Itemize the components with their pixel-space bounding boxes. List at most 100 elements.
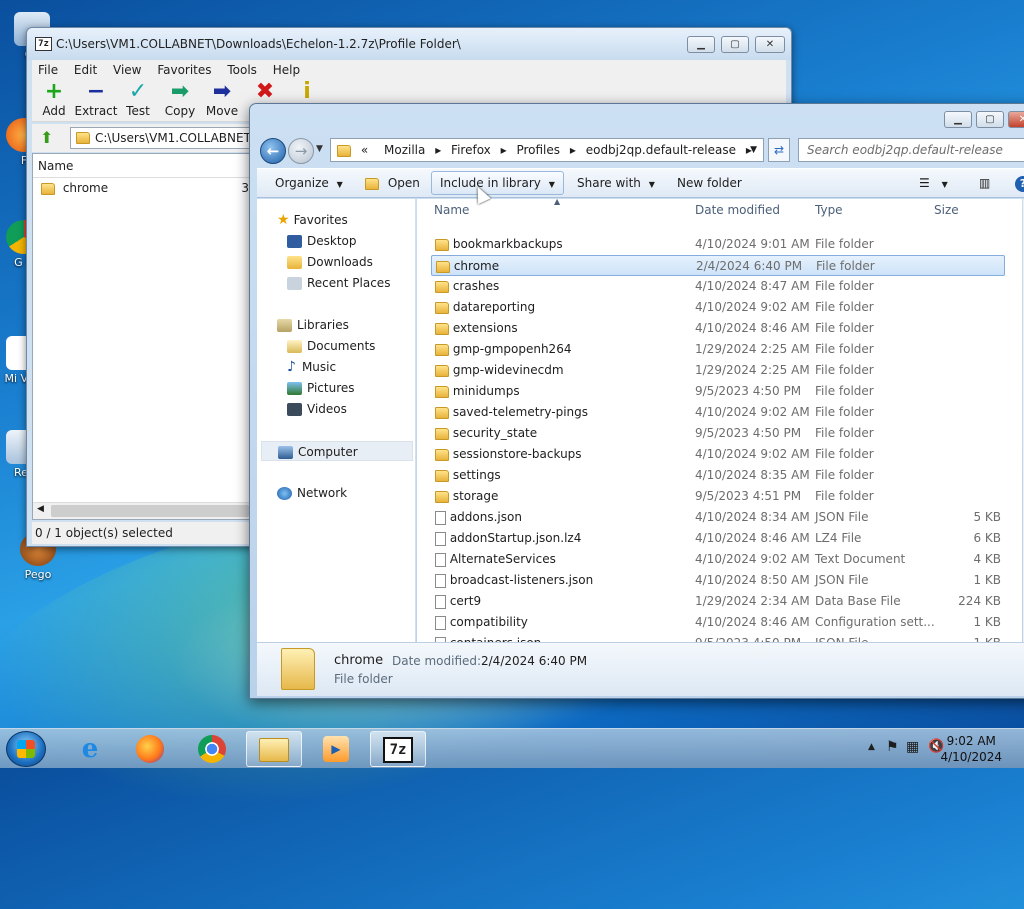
preview-pane-button[interactable]: ▥ [971,171,998,195]
taskbar-chrome[interactable] [184,731,240,767]
add-button[interactable]: + Add [32,80,76,119]
search-input[interactable]: Search eodbj2qp.default-release [798,138,1024,162]
row-date: 9/5/2023 4:50 PM [695,633,801,642]
table-row[interactable]: saved-telemetry-pings 4/10/2024 9:02 AM Fi… [431,402,1005,423]
test-button[interactable]: ✓ Test [116,80,160,119]
organize-button[interactable]: Organize ▼ [267,171,351,195]
menu-favorites[interactable]: Favorites [151,60,217,80]
table-row[interactable]: crashes 4/10/2024 8:47 AM File folder [431,276,1005,297]
table-row[interactable]: chrome 2/4/2024 6:40 PM File folder [431,255,1005,276]
include-in-library-button[interactable]: Include in library ▼ [431,171,564,195]
table-row[interactable]: gmp-widevinecdm 1/29/2024 2:25 AM File fol… [431,360,1005,381]
table-row[interactable]: minidumps 9/5/2023 4:50 PM File folder [431,381,1005,402]
nav-pictures[interactable]: Pictures [287,378,355,398]
menu-view[interactable]: View [107,60,147,80]
explorer-titlebar[interactable] [250,104,1024,130]
list-item[interactable]: chrome 3 [33,178,249,198]
action-center-flag-icon[interactable]: ⚑ [886,739,899,755]
table-row[interactable]: addons.json 4/10/2024 8:34 AM JSON File 5 K… [431,507,1005,528]
close-icon: ✕ [765,39,775,50]
taskbar-explorer[interactable] [246,731,302,767]
refresh-button[interactable]: ⇄ [768,138,790,162]
sevenzip-file-list[interactable]: Name chrome 3 ◀ [32,153,250,520]
table-row[interactable]: broadcast-listeners.json 4/10/2024 8:50 A… [431,570,1005,591]
clock[interactable]: 9:02 AM 4/10/2024 [940,733,1002,765]
up-folder-icon[interactable]: ⬆ [40,128,60,148]
taskbar-firefox[interactable] [122,731,178,767]
table-row[interactable]: gmp-gmpopenh264 1/29/2024 2:25 AM File fol… [431,339,1005,360]
taskbar-ie[interactable]: e [62,731,118,767]
nav-recent-places[interactable]: Recent Places [287,273,390,293]
table-row[interactable]: datareporting 4/10/2024 9:02 AM File folde… [431,297,1005,318]
explorer-maximize-button[interactable]: ▢ [976,111,1004,128]
taskbar-media-player[interactable]: ▶ [308,731,364,767]
column-header-size[interactable]: Size [934,203,959,217]
table-row[interactable]: containers.json 9/5/2023 4:50 PM JSON File… [431,633,1005,642]
minimize-button[interactable]: ▁ [687,36,715,53]
move-button[interactable]: ➡ Move [200,80,244,119]
table-row[interactable]: settings 4/10/2024 8:35 AM File folder [431,465,1005,486]
scrollbar-thumb[interactable] [51,505,249,517]
nav-network[interactable]: Network [277,483,347,503]
row-size: 4 KB [973,552,1001,566]
column-header-date[interactable]: Date modified [695,203,780,217]
table-row[interactable]: AlternateServices 4/10/2024 9:02 AM Text D… [431,549,1005,570]
nav-music[interactable]: ♪ Music [287,357,336,377]
table-row[interactable]: compatibility 4/10/2024 8:46 AM Configurat… [431,612,1005,633]
info-button[interactable]: i [285,80,329,104]
maximize-button[interactable]: ▢ [721,36,749,53]
menu-tools[interactable]: Tools [221,60,263,80]
back-button[interactable]: ← [260,138,286,164]
horizontal-scrollbar[interactable]: ◀ [33,502,249,519]
nav-libraries[interactable]: Libraries [277,315,349,335]
help-button[interactable]: ? [1007,171,1024,195]
start-button[interactable] [6,731,46,767]
back-arrow-icon: ← [266,142,280,160]
new-folder-button[interactable]: New folder [669,171,750,195]
column-header-name[interactable]: Name [33,154,249,178]
table-row[interactable]: cert9 1/29/2024 2:34 AM Data Base File 224 … [431,591,1005,612]
nav-downloads[interactable]: Downloads [287,252,373,272]
column-header-type[interactable]: Type [815,203,843,217]
table-row[interactable]: extensions 4/10/2024 8:46 AM File folder [431,318,1005,339]
copy-button[interactable]: ➡ Copy [158,80,202,119]
nav-desktop[interactable]: Desktop [287,231,357,251]
sevenzip-titlebar[interactable]: 7z C:\Users\VM1.COLLABNET\Downloads\Eche… [27,28,791,60]
table-row[interactable]: bookmarkbackups 4/10/2024 9:01 AM File fol… [431,234,1005,255]
breadcrumb-profile[interactable]: eodbj2qp.default-release [580,139,742,161]
nav-computer[interactable]: Computer [261,441,413,461]
taskbar-7zip[interactable]: 7z [370,731,426,767]
table-row[interactable]: security_state 9/5/2023 4:50 PM File folde… [431,423,1005,444]
open-button[interactable]: Open [357,171,428,195]
menu-help[interactable]: Help [267,60,306,80]
breadcrumb-mozilla[interactable]: Mozilla [378,139,431,161]
close-button[interactable]: ✕ [755,36,785,53]
add-label: Add [42,104,66,118]
breadcrumb-profiles[interactable]: Profiles [510,139,566,161]
show-hidden-icons-icon[interactable]: ▲ [868,742,875,752]
recent-pages-chevron-icon[interactable]: ▼ [316,144,323,154]
table-row[interactable]: storage 9/5/2023 4:51 PM File folder [431,486,1005,507]
view-options-button[interactable]: ☰ ▼ [911,171,956,195]
breadcrumb-firefox[interactable]: Firefox [445,139,497,161]
file-list[interactable]: Name ▲ Date modified Type Size bookmarkb… [417,199,1022,642]
nav-favorites[interactable]: ★ Favorites [277,210,348,230]
address-dropdown-icon[interactable]: ▼ [750,139,757,161]
table-row[interactable]: sessionstore-backups 4/10/2024 9:02 AM Fil… [431,444,1005,465]
nav-label: Videos [307,402,347,416]
extract-button[interactable]: − Extract [74,80,118,119]
table-row[interactable]: addonStartup.json.lz4 4/10/2024 8:46 AM LZ… [431,528,1005,549]
file-name: storage [452,489,499,503]
nav-videos[interactable]: Videos [287,399,347,419]
menu-edit[interactable]: Edit [68,60,103,80]
share-with-button[interactable]: Share with ▼ [569,171,663,195]
explorer-minimize-button[interactable]: ▁ [944,111,972,128]
breadcrumb-overflow[interactable]: « [355,139,374,161]
menu-file[interactable]: File [32,60,64,80]
column-header-name[interactable]: Name [434,203,469,217]
breadcrumb[interactable]: « Mozilla ▸ Firefox ▸ Profiles ▸ eodbj2q… [330,138,764,162]
network-tray-icon[interactable]: ▦ [906,739,919,755]
forward-button[interactable]: → [288,138,314,164]
explorer-close-button[interactable]: ✕ [1008,111,1024,128]
nav-documents[interactable]: Documents [287,336,375,356]
